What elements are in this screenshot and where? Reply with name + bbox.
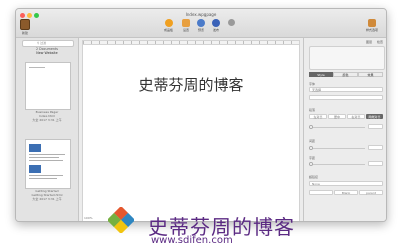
title-bar: Index.wpgpage 新建 成品板 设置 预览 发布 样式选项 [16, 9, 386, 38]
page-thumbnail-getting-started[interactable] [25, 139, 71, 189]
line-slider[interactable] [309, 148, 365, 149]
letter-spacing-value-field[interactable] [368, 161, 383, 166]
window-title: Index.wpgpage [185, 12, 217, 17]
new-button[interactable]: 新建 [20, 19, 30, 35]
preview-button[interactable]: 预览 [197, 19, 205, 32]
thumb1-date: 大全 2017 3:31 上午 [32, 118, 62, 122]
watermark: 史蒂芬周的博客 www.sdifen.com [108, 207, 298, 250]
align-right-button[interactable]: 右对齐 [347, 114, 365, 119]
watermark-url: www.sdifen.com [151, 235, 233, 246]
letter-spacing-slider-knob[interactable] [309, 162, 313, 166]
tab-layers[interactable]: 图层 [366, 40, 372, 44]
inspector-segment-control: Style 颜色 效果 [309, 72, 383, 77]
segment-style[interactable]: Style [309, 72, 333, 77]
tab-inspect[interactable]: 检查 [377, 40, 383, 44]
align-justify-button[interactable]: 两端对齐 [366, 114, 383, 119]
spacing-slider-knob[interactable] [309, 125, 313, 129]
home-icon [164, 19, 173, 27]
segment-effects[interactable]: 效果 [358, 72, 383, 77]
letter-spacing-label: 字距 [309, 156, 316, 160]
inspector-panel: 图层 检查 Style 颜色 效果 字体 无选择 段落 左对齐 居中 右对齐 两… [303, 38, 386, 221]
thumb2-date: 大全 2017 3:31 上午 [32, 197, 62, 201]
align-center-button[interactable]: 居中 [328, 114, 346, 119]
align-left-button[interactable]: 左对齐 [309, 114, 327, 119]
preview-icon [197, 19, 205, 27]
search-placeholder: 过滤 [40, 41, 47, 45]
search-input[interactable]: ⚲ 过滤 [22, 40, 74, 47]
page-thumbnail-business-pager[interactable] [25, 62, 71, 110]
horizontal-ruler [83, 41, 299, 45]
app-window: Index.wpgpage 新建 成品板 设置 预览 发布 样式选项 ⚲ 过滤 … [15, 8, 387, 222]
page-heading[interactable]: 史蒂芬周的博客 [83, 74, 299, 95]
spacing-slider[interactable] [309, 127, 365, 128]
share-icon [228, 19, 235, 26]
settings-icon [182, 19, 190, 27]
page-canvas[interactable]: 史蒂芬周的博客 100% [82, 40, 300, 221]
site-name[interactable]: New Website [16, 51, 78, 55]
target-blank-button[interactable]: Blank [334, 190, 358, 195]
target-parent-button[interactable]: parent [359, 190, 383, 195]
new-document-icon [20, 19, 30, 30]
publish-button[interactable]: 发布 [212, 19, 220, 32]
font-size-field[interactable] [309, 95, 383, 100]
settings-button[interactable]: 设置 [182, 19, 190, 32]
publish-icon [212, 19, 220, 27]
documents-sidebar: ⚲ 过滤 2 Documents New Website Business Pa… [16, 38, 79, 221]
link-select[interactable]: None [309, 181, 383, 186]
link-label: 超链接 [309, 175, 319, 179]
style-options-icon [368, 19, 376, 27]
line-value-field[interactable] [368, 145, 383, 150]
segment-color[interactable]: 颜色 [333, 72, 358, 77]
inspector-top-panel [309, 46, 385, 70]
font-select[interactable]: 无选择 [309, 87, 383, 92]
share-button[interactable] [228, 19, 235, 27]
line-slider-knob[interactable] [309, 146, 313, 150]
zoom-level[interactable]: 100% [84, 216, 93, 220]
paragraph-label: 段落 [309, 108, 316, 112]
spacing-value-field[interactable] [368, 124, 383, 129]
font-label: 字体 [309, 82, 316, 86]
spacing-label: 间距 [309, 139, 316, 143]
letter-spacing-slider[interactable] [309, 164, 365, 165]
watermark-logo-icon [108, 207, 134, 233]
target-self-button[interactable] [309, 190, 333, 195]
style-options-button[interactable]: 样式选项 [366, 19, 378, 32]
search-icon: ⚲ [37, 41, 40, 45]
home-button[interactable]: 成品板 [164, 19, 173, 32]
